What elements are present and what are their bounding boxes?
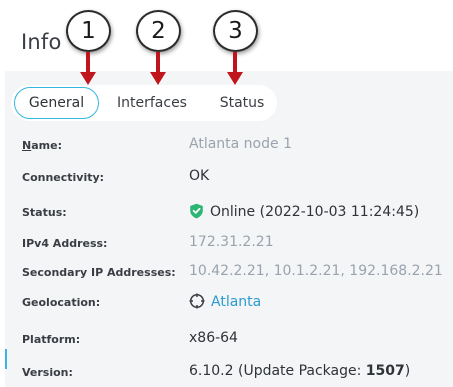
field-platform: Platform: x86-64 — [22, 330, 447, 350]
callout-1: 1 — [66, 10, 111, 52]
field-ipv4: IPv4 Address: 172.31.2.21 — [22, 234, 447, 254]
field-platform-label: Platform: — [22, 333, 81, 346]
field-status: Status: Online (2022-10-03 11:24:45) — [22, 203, 447, 223]
focus-indicator — [5, 349, 7, 369]
page-title: Info — [21, 30, 62, 54]
callout-2: 2 — [136, 10, 181, 52]
field-status-value: Online (2022-10-03 11:24:45) — [210, 204, 420, 220]
field-connectivity-label: Connectivity: — [22, 171, 105, 184]
field-geolocation-value-wrap[interactable]: Atlanta — [189, 293, 261, 310]
field-connectivity-value: OK — [189, 168, 210, 184]
field-ipv4-label: IPv4 Address: — [22, 237, 108, 250]
field-name-value: Atlanta node 1 — [189, 136, 292, 152]
callout-arrow-2 — [150, 52, 166, 85]
field-name: Name: Atlanta node 1 — [22, 136, 447, 156]
field-name-label: Name: — [22, 139, 62, 152]
crosshair-icon — [189, 293, 205, 309]
field-status-value-wrap: Online (2022-10-03 11:24:45) — [189, 203, 419, 220]
field-version: Version: 6.10.2 (Update Package: 1507) — [22, 363, 447, 383]
field-geolocation-link[interactable]: Atlanta — [211, 294, 261, 310]
field-platform-value: x86-64 — [189, 330, 238, 346]
field-geolocation: Geolocation: Atlanta — [22, 293, 447, 313]
field-ipv4-value: 172.31.2.21 — [189, 234, 274, 250]
tab-status[interactable]: Status — [209, 85, 275, 121]
shield-check-icon — [190, 203, 203, 219]
field-status-label: Status: — [22, 206, 67, 219]
field-version-label: Version: — [22, 366, 73, 379]
field-connectivity: Connectivity: OK — [22, 168, 447, 188]
callout-3: 3 — [213, 10, 258, 52]
field-secondary-ips-label: Secondary IP Addresses: — [22, 266, 176, 279]
tab-general[interactable]: General — [14, 87, 99, 119]
field-version-value: 6.10.2 (Update Package: 1507) — [189, 363, 411, 379]
field-geolocation-label: Geolocation: — [22, 296, 101, 309]
callout-arrow-3 — [227, 52, 243, 85]
tab-interfaces[interactable]: Interfaces — [107, 85, 197, 121]
tab-bar: General Interfaces Status — [11, 85, 277, 121]
field-secondary-ips: Secondary IP Addresses: 10.42.2.21, 10.1… — [22, 263, 447, 283]
field-secondary-ips-value: 10.42.2.21, 10.1.2.21, 192.168.2.21 — [189, 263, 443, 279]
callout-arrow-1 — [80, 52, 96, 85]
